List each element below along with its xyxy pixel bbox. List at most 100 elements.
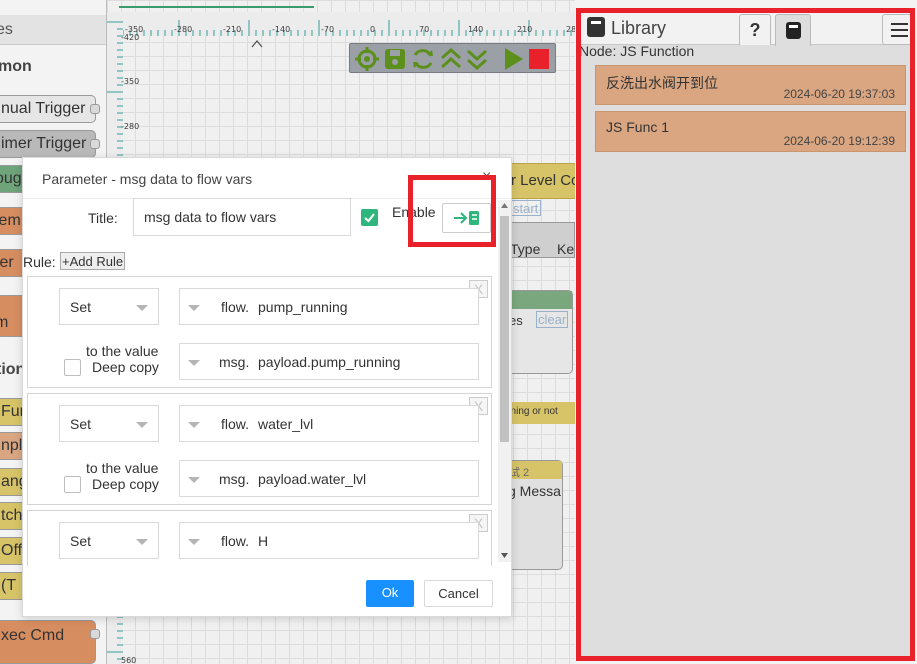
library-book-icon	[587, 17, 605, 37]
ruler-tick-label: 210	[517, 25, 533, 34]
rule-target-value: H	[258, 533, 269, 549]
chevron-down-icon[interactable]	[188, 539, 200, 545]
library-tab-book-icon	[786, 22, 801, 39]
enable-checkbox[interactable]	[361, 209, 378, 226]
palette-node-label: ter	[0, 254, 14, 271]
palette-category-common[interactable]: mon	[0, 58, 32, 76]
ruler-tick-label: 140	[468, 25, 484, 34]
palette-node-label: m	[0, 314, 8, 331]
to-the-value-label: to the value	[86, 343, 159, 359]
scroll-down-icon[interactable]	[501, 553, 508, 559]
palette-node-label: imer Trigger	[1, 135, 87, 152]
palette-node-exec-cmd[interactable]: xec Cmd	[0, 620, 100, 664]
rule-source-value: payload.pump_running	[258, 354, 401, 370]
library-title: Library	[611, 18, 667, 38]
library-tab[interactable]	[775, 14, 811, 46]
locate-icon[interactable]	[354, 46, 380, 72]
palette-node-manual-trigger[interactable]: nual Trigger	[0, 95, 100, 123]
collapse-up-icon[interactable]	[438, 46, 464, 72]
library-item-name: JS Func 1	[606, 119, 670, 135]
ok-button[interactable]: Ok	[366, 580, 414, 607]
scrollbar-thumb[interactable]	[500, 216, 509, 442]
output-port[interactable]	[90, 104, 100, 114]
rule-target-input[interactable]: flow. water_lvl	[179, 405, 479, 442]
palette-header: es	[0, 15, 106, 45]
title-field-label: Title:	[88, 210, 118, 226]
rule-row: X Set flow. pump_running to the value De…	[27, 276, 492, 388]
enable-label: Enable	[392, 204, 436, 220]
ruler-tick-label: -70	[321, 25, 335, 34]
chevron-down-icon	[136, 539, 148, 545]
ruler-tick-label: -350	[121, 77, 140, 86]
deep-copy-checkbox[interactable]	[64, 359, 81, 376]
deep-copy-checkbox[interactable]	[64, 476, 81, 493]
active-tab-indicator	[119, 0, 314, 8]
output-port[interactable]	[90, 629, 100, 639]
palette-node-label: xec Cmd	[1, 627, 65, 644]
palette-node-label: tch	[1, 507, 23, 524]
dialog-scrollbar[interactable]	[498, 200, 511, 562]
canvas-clear-button[interactable]: clear	[536, 311, 569, 328]
rule-target-prefix: flow.	[221, 299, 250, 315]
hamburger-icon	[891, 23, 908, 37]
menu-button[interactable]	[882, 14, 915, 45]
canvas-toolbar	[349, 43, 556, 73]
ruler-tick-label: 0	[370, 25, 376, 34]
stop-icon[interactable]	[526, 46, 552, 72]
canvas-node-label: r Level Co	[511, 172, 575, 189]
play-icon[interactable]	[500, 46, 526, 72]
palette-node-label: (T	[1, 577, 17, 594]
chevron-down-icon[interactable]	[188, 422, 200, 428]
chevron-down-icon	[136, 422, 148, 428]
canvas-key-column: Ke	[557, 241, 575, 257]
workspace-top-strip	[107, 12, 575, 20]
save-icon[interactable]	[382, 46, 408, 72]
dialog-title: Parameter - msg data to flow vars	[42, 171, 253, 187]
output-port[interactable]	[90, 139, 100, 149]
rule-source-input[interactable]: msg. payload.pump_running	[179, 343, 479, 380]
library-item[interactable]: 反洗出水阀开到位 2024-06-20 19:37:03	[595, 65, 906, 105]
rule-row: X Set flow. water_lvl to the value Deep …	[27, 393, 492, 505]
rule-source-prefix: msg.	[219, 471, 250, 487]
library-item[interactable]: JS Func 1 2024-06-20 19:12:39	[595, 111, 906, 152]
add-rule-button[interactable]: +Add Rule	[60, 252, 126, 270]
ruler-tick-label: -210	[223, 25, 242, 34]
ruler-tick-label: 560	[121, 656, 137, 664]
to-the-value-label: to the value	[86, 460, 159, 476]
rule-action-value: Set	[70, 299, 92, 315]
chevron-down-icon[interactable]	[188, 477, 200, 483]
rule-target-input[interactable]: flow. pump_running	[179, 288, 479, 325]
deep-copy-label: Deep copy	[92, 476, 159, 492]
import-library-button[interactable]	[442, 203, 491, 233]
palette-node-label: nual Trigger	[1, 100, 86, 117]
library-node-label: Node: JS Function	[579, 43, 695, 59]
rule-source-prefix: msg.	[219, 354, 250, 370]
ruler-tick-label: 280	[566, 25, 575, 34]
palette-node-timer-trigger[interactable]: imer Trigger	[0, 130, 100, 158]
library-item-name: 反洗出水阀开到位	[606, 75, 718, 91]
library-item-date: 2024-06-20 19:12:39	[783, 134, 895, 148]
refresh-icon[interactable]	[410, 46, 436, 72]
chevron-down-icon[interactable]	[188, 360, 200, 366]
canvas-running-label: nning or not	[505, 406, 558, 417]
expand-down-icon[interactable]	[464, 46, 490, 72]
rule-action-value: Set	[70, 416, 92, 432]
ruler-tick-label: -280	[121, 122, 140, 131]
deep-copy-label: Deep copy	[92, 359, 159, 375]
scroll-up-icon[interactable]	[501, 203, 508, 209]
rule-target-input[interactable]: flow. H	[179, 522, 479, 559]
ruler-tick-label: -140	[272, 25, 291, 34]
canvas-start-button[interactable]: start	[511, 200, 541, 216]
rule-action-select[interactable]: Set	[59, 522, 159, 559]
help-tab[interactable]: ?	[739, 14, 771, 45]
rule-action-select[interactable]: Set	[59, 405, 159, 442]
title-input[interactable]: msg data to flow vars	[133, 198, 351, 236]
palette-node-label: Off	[1, 542, 23, 559]
cancel-button[interactable]: Cancel	[424, 580, 493, 607]
close-icon[interactable]: ×	[482, 168, 491, 186]
chevron-down-icon[interactable]	[188, 305, 200, 311]
rule-target-prefix: flow.	[221, 533, 250, 549]
rule-source-input[interactable]: msg. payload.water_lvl	[179, 460, 479, 497]
rule-target-value: pump_running	[258, 299, 348, 315]
rule-action-select[interactable]: Set	[59, 288, 159, 325]
